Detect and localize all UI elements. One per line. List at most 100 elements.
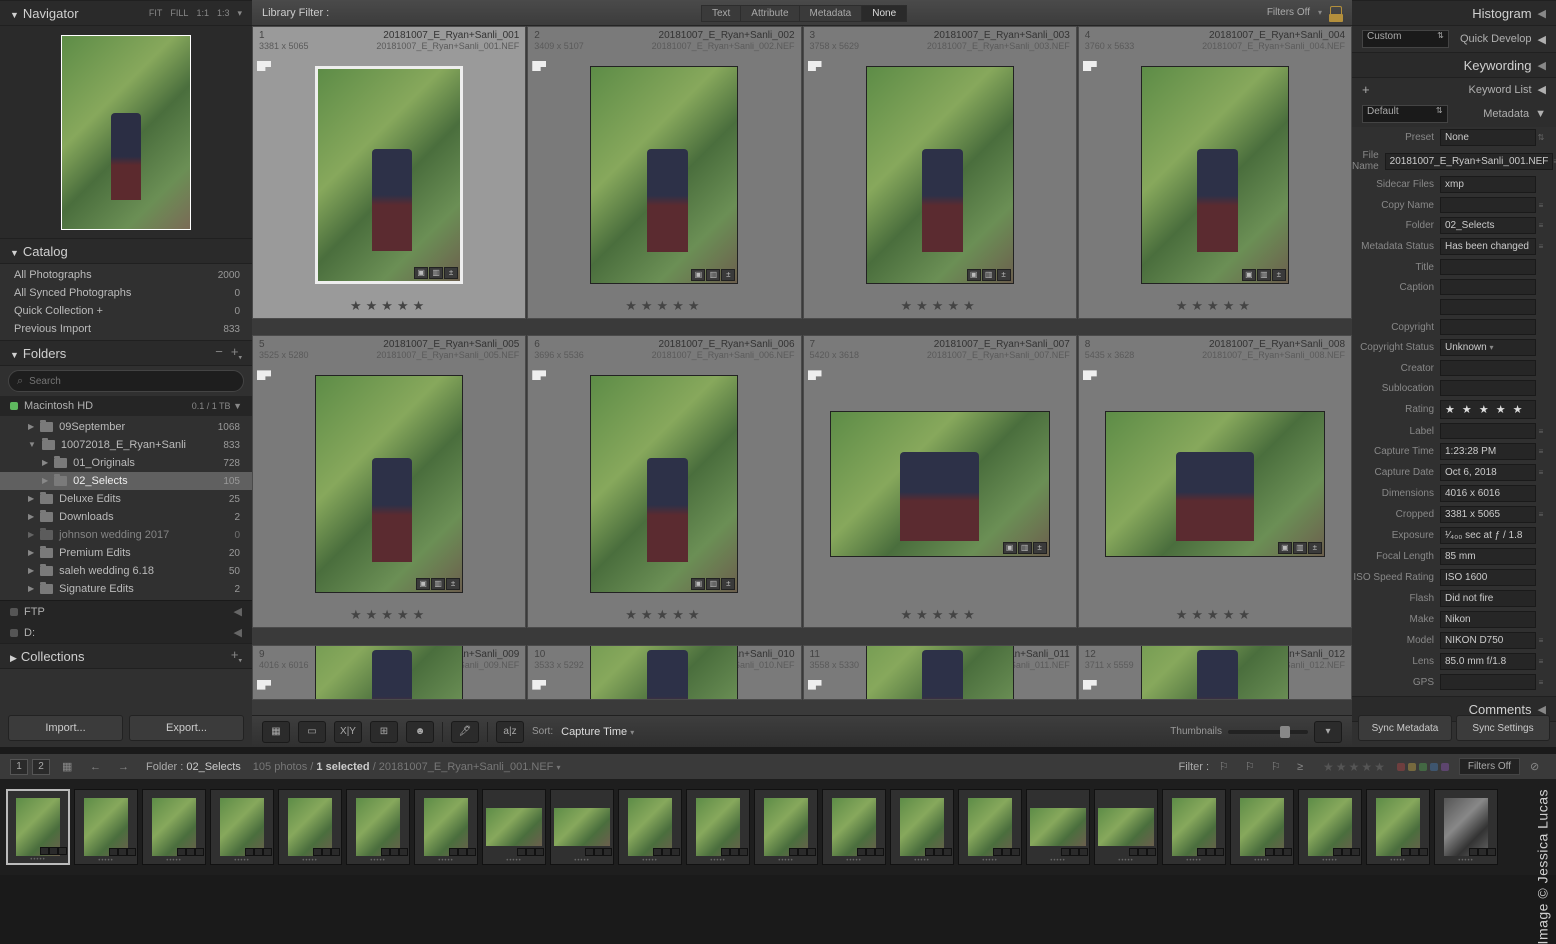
metadata-value[interactable]: 85 mm <box>1440 548 1536 565</box>
sync-metadata-button[interactable]: Sync Metadata <box>1358 715 1452 741</box>
badge-icon[interactable]: ▥ <box>982 269 996 281</box>
goto-icon[interactable]: ≡ <box>1536 510 1546 519</box>
folder-row[interactable]: ▼10072018_E_Ryan+Sanli833 <box>0 436 252 454</box>
folder-row[interactable]: ▶Signature Edits2 <box>0 580 252 598</box>
filmstrip-thumb[interactable]: ••••• <box>1026 789 1090 865</box>
metadata-value[interactable] <box>1440 380 1536 396</box>
metadata-value[interactable] <box>1440 279 1536 295</box>
survey-view-icon[interactable]: ⊞ <box>370 721 398 743</box>
filmstrip-thumb[interactable]: ••••• <box>6 789 70 865</box>
chevron-down-icon[interactable]: ▾ <box>556 763 560 772</box>
badge-icon[interactable]: ▥ <box>429 267 443 279</box>
filmstrip-thumb[interactable]: ••••• <box>74 789 138 865</box>
badge-icon[interactable]: ▣ <box>1242 269 1256 281</box>
metadata-value[interactable]: ISO 1600 <box>1440 569 1536 586</box>
color-label[interactable] <box>1441 763 1449 771</box>
custom-select[interactable]: Custom ⇅ <box>1362 30 1449 48</box>
plus-icon[interactable]: +▾ <box>231 344 242 362</box>
grid-cell[interactable]: 120181007_E_Ryan+Sanli_001 3381 x 506520… <box>252 26 526 319</box>
metadata-value[interactable]: 85.0 mm f/1.8 <box>1440 653 1536 670</box>
folder-search[interactable]: ⌕ <box>8 370 244 392</box>
grid-cell[interactable]: 1120181007_E_Ryan+Sanli_011 3558 x 53302… <box>803 645 1077 700</box>
goto-icon[interactable]: ≡ <box>1536 657 1546 666</box>
thumbnail-grid[interactable]: 120181007_E_Ryan+Sanli_001 3381 x 506520… <box>252 26 1352 715</box>
navigator-preview[interactable] <box>0 26 252 238</box>
rating-filter-icon[interactable]: ≥ <box>1297 761 1313 773</box>
grid-cell[interactable]: 520181007_E_Ryan+Sanli_005 3525 x 528020… <box>252 335 526 628</box>
badge-icon[interactable]: ▥ <box>706 269 720 281</box>
folder-row[interactable]: ▶saleh wedding 6.1850 <box>0 562 252 580</box>
pathbar-folder-value[interactable]: 02_Selects <box>186 761 240 773</box>
folder-row[interactable]: ▶Deluxe Edits25 <box>0 490 252 508</box>
goto-icon[interactable]: ≡ <box>1536 447 1546 456</box>
folder-row[interactable]: ▶johnson wedding 20170 <box>0 526 252 544</box>
compare-view-icon[interactable]: X|Y <box>334 721 362 743</box>
filters-off-select[interactable]: Filters Off <box>1459 758 1520 775</box>
filmstrip-thumb[interactable]: ••••• <box>278 789 342 865</box>
navigator-header[interactable]: ▼Navigator FIT FILL 1:1 1:3 ▾ <box>0 0 252 26</box>
metadata-value[interactable]: Oct 6, 2018 <box>1440 464 1536 481</box>
import-button[interactable]: Import... <box>8 715 123 741</box>
goto-icon[interactable]: ≡ <box>1536 636 1546 645</box>
color-label[interactable] <box>1430 763 1438 771</box>
badge-icon[interactable]: ± <box>1033 542 1047 554</box>
badge-icon[interactable]: ± <box>1272 269 1286 281</box>
metadata-value[interactable]: xmp <box>1440 176 1536 193</box>
chevron-left-icon[interactable]: ◀ <box>234 626 242 639</box>
filmstrip-thumb[interactable]: ••••• <box>754 789 818 865</box>
keywording-header[interactable]: Keywording ◀ <box>1352 52 1556 78</box>
filmstrip-thumb[interactable]: ••••• <box>1230 789 1294 865</box>
grid-small-icon[interactable]: ▦ <box>62 760 78 773</box>
grid-cell[interactable]: 320181007_E_Ryan+Sanli_003 3758 x 562920… <box>803 26 1077 319</box>
rating-stars[interactable]: ★★★★★ <box>253 298 525 314</box>
badge-icon[interactable]: ▣ <box>414 267 428 279</box>
filmstrip-thumb[interactable]: ••••• <box>686 789 750 865</box>
badge-icon[interactable]: ± <box>721 269 735 281</box>
rating-stars[interactable]: ★★★★★ <box>1079 607 1351 623</box>
filter-btn-metadata[interactable]: Metadata <box>800 5 863 22</box>
d-drive-bar[interactable]: D: ◀ <box>0 622 252 643</box>
loupe-view-icon[interactable]: ▭ <box>298 721 326 743</box>
filters-off-label[interactable]: Filters Off <box>1267 7 1310 18</box>
metadata-value[interactable]: ★ ★ ★ ★ ★ <box>1440 400 1536 419</box>
menu-icon[interactable]: ⇅ <box>1536 133 1546 142</box>
lock-icon[interactable] <box>1330 6 1342 20</box>
zoom-1-1[interactable]: 1:1 <box>196 8 209 19</box>
filmstrip-thumb[interactable]: ••••• <box>1434 789 1498 865</box>
zoom-ratio[interactable]: 1:3 <box>217 8 230 19</box>
sort-direction-icon[interactable]: a|z <box>496 721 524 743</box>
badge-icon[interactable]: ± <box>997 269 1011 281</box>
filmstrip-thumb[interactable]: ••••• <box>1162 789 1226 865</box>
badge-icon[interactable]: ± <box>721 578 735 590</box>
badge-icon[interactable]: ▣ <box>691 578 705 590</box>
folder-search-input[interactable] <box>29 376 235 387</box>
star-filter[interactable]: ★★★★★ <box>1323 760 1387 774</box>
filter-btn-attribute[interactable]: Attribute <box>741 5 799 22</box>
forward-icon[interactable]: → <box>118 761 134 773</box>
zoom-fit[interactable]: FIT <box>149 8 163 19</box>
collections-header[interactable]: ▶Collections +▾ <box>0 643 252 669</box>
filmstrip[interactable]: ••••••••••••••••••••••••••••••••••••••••… <box>0 779 1556 875</box>
metadata-value[interactable]: Has been changed <box>1440 238 1536 255</box>
rating-stars[interactable]: ★★★★★ <box>1079 298 1351 314</box>
metadata-value[interactable] <box>1440 319 1536 335</box>
sync-settings-button[interactable]: Sync Settings <box>1456 715 1550 741</box>
goto-icon[interactable]: ≡ <box>1536 468 1546 477</box>
people-view-icon[interactable]: ☻ <box>406 721 434 743</box>
badge-icon[interactable]: ▥ <box>1293 542 1307 554</box>
filmstrip-thumb[interactable]: ••••• <box>618 789 682 865</box>
flag-icon[interactable] <box>1083 680 1097 690</box>
folder-row[interactable]: ▶Downloads2 <box>0 508 252 526</box>
filmstrip-thumb[interactable]: ••••• <box>210 789 274 865</box>
switch-icon[interactable]: ⊘ <box>1530 760 1546 773</box>
grid-cell[interactable]: 1220181007_E_Ryan+Sanli_012 3711 x 55592… <box>1078 645 1352 700</box>
badge-icon[interactable]: ± <box>444 267 458 279</box>
badge-icon[interactable]: ▣ <box>691 269 705 281</box>
metadata-value[interactable]: 3381 x 5065 <box>1440 506 1536 523</box>
filmstrip-thumb[interactable]: ••••• <box>1366 789 1430 865</box>
catalog-row[interactable]: All Synced Photographs0 <box>0 284 252 302</box>
metadata-value[interactable] <box>1440 299 1536 315</box>
badge-icon[interactable]: ▣ <box>1278 542 1292 554</box>
grid-cell[interactable]: 820181007_E_Ryan+Sanli_008 5435 x 362820… <box>1078 335 1352 628</box>
painter-icon[interactable]: 🖋 <box>451 721 479 743</box>
